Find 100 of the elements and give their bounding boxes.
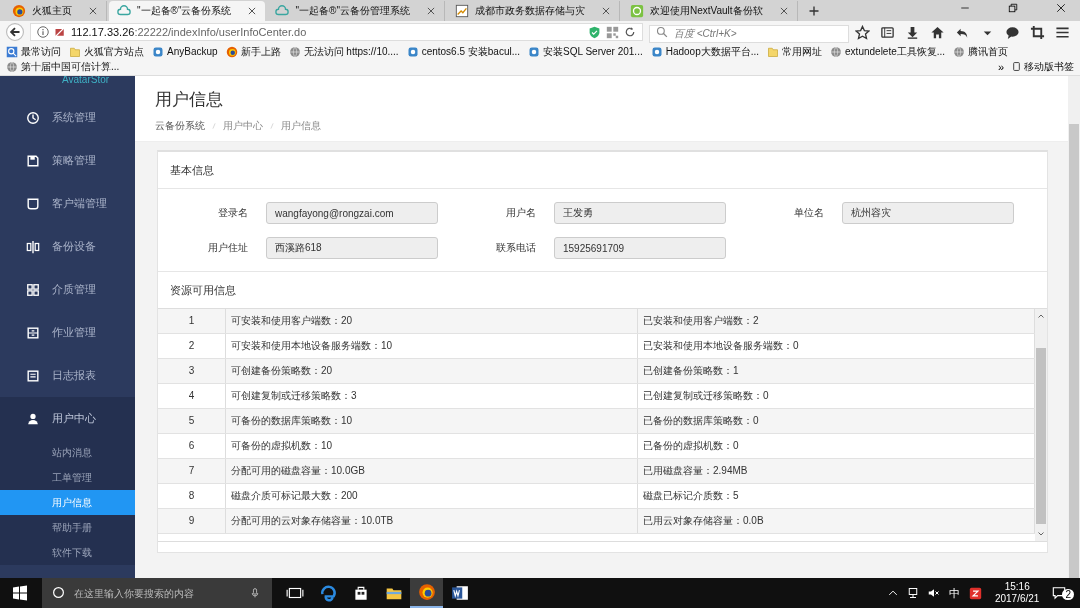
scrollbar[interactable] bbox=[1068, 76, 1080, 578]
volume-muted-icon[interactable] bbox=[927, 587, 940, 599]
close-icon[interactable] bbox=[88, 6, 98, 16]
bookmark-item[interactable]: 无法访问 https://10.... bbox=[288, 44, 399, 59]
sidebar-item[interactable]: 用户中心 bbox=[0, 397, 135, 440]
device-icon bbox=[26, 239, 40, 254]
microphone-icon[interactable] bbox=[250, 586, 260, 600]
url-text: 112.17.33.26:22222/indexInfo/userInfoCenter.do bbox=[71, 26, 307, 38]
crop-icon[interactable] bbox=[1030, 24, 1045, 40]
clock-date[interactable]: 2017/6/21 bbox=[994, 593, 1040, 605]
chevron-up-icon[interactable] bbox=[887, 588, 898, 598]
bookmark-item[interactable]: AnyBackup bbox=[152, 44, 218, 59]
shield-icon bbox=[588, 25, 601, 39]
section-title: 基本信息 bbox=[158, 152, 1047, 189]
bookmark-item[interactable]: extundelete工具恢复... bbox=[830, 44, 946, 59]
bookmark-item[interactable]: 常用网址 bbox=[767, 44, 823, 59]
address-bar[interactable]: 112.17.33.26:22222/indexInfo/userInfoCenter.do bbox=[30, 23, 643, 41]
input-field[interactable]: 杭州容灾 bbox=[842, 202, 1014, 224]
table-cell: 磁盘介质可标记最大数：200 bbox=[226, 484, 638, 508]
monitor-icon bbox=[26, 196, 40, 211]
app-tray-icon[interactable] bbox=[968, 586, 982, 600]
sidebar-item[interactable]: 备份设备 bbox=[0, 225, 135, 268]
restore-icon[interactable] bbox=[1008, 3, 1018, 13]
menu-icon[interactable] bbox=[1055, 24, 1070, 40]
home-icon[interactable] bbox=[930, 24, 945, 40]
info-icon bbox=[37, 26, 49, 38]
cloud-icon bbox=[117, 4, 131, 18]
user-icon bbox=[26, 411, 40, 426]
table-cell: 可备份的虚拟机数：10 bbox=[226, 434, 638, 458]
table-cell: 6 bbox=[158, 434, 226, 458]
bookmark-star-icon[interactable] bbox=[855, 24, 870, 40]
input-field[interactable]: 15925691709 bbox=[554, 237, 726, 259]
windows-start-icon[interactable] bbox=[12, 585, 28, 601]
notification-count: 2 bbox=[1062, 589, 1074, 600]
section-title: 资源可用信息 bbox=[169, 283, 237, 298]
input-field[interactable]: 王发勇 bbox=[554, 202, 726, 224]
chat-bubble-icon[interactable] bbox=[1005, 24, 1020, 40]
breadcrumb-item[interactable]: 云备份系统 bbox=[155, 119, 205, 133]
input-field[interactable]: 西溪路618 bbox=[266, 237, 438, 259]
close-icon[interactable] bbox=[778, 6, 789, 16]
sidebar-item[interactable]: 客户端管理 bbox=[0, 182, 135, 225]
folder-icon bbox=[767, 45, 780, 58]
bookmark-item[interactable]: 火狐官方站点 bbox=[69, 44, 144, 59]
clock-time[interactable]: 15:16 bbox=[1004, 581, 1030, 593]
field-label: 用户住址 bbox=[207, 241, 248, 255]
close-icon[interactable] bbox=[247, 6, 258, 16]
sidebar-subitem[interactable]: 站内消息 bbox=[0, 440, 135, 465]
bookmark-item[interactable]: 腾讯首页 bbox=[953, 44, 1009, 59]
bookmark-item[interactable]: 最常访问 bbox=[6, 44, 61, 59]
sidebar-item[interactable]: 策略管理 bbox=[0, 139, 135, 182]
bookmark-item[interactable]: centos6.5 安装bacul... bbox=[406, 44, 520, 59]
reload-icon[interactable] bbox=[624, 26, 636, 38]
scroll-down-icon[interactable] bbox=[1037, 530, 1045, 538]
scroll-up-icon[interactable] bbox=[1037, 312, 1045, 320]
close-icon[interactable] bbox=[1056, 3, 1066, 13]
sidebar-item[interactable]: 介质管理 bbox=[0, 268, 135, 311]
sidebar-subitem[interactable]: 软件下载 bbox=[0, 540, 135, 565]
close-icon[interactable] bbox=[425, 6, 436, 16]
more-bookmarks-button[interactable]: » bbox=[997, 60, 1004, 73]
close-icon[interactable] bbox=[600, 6, 611, 16]
bookmark-item[interactable]: 移动版书签 bbox=[1012, 59, 1074, 74]
back-icon[interactable] bbox=[6, 23, 24, 41]
table-cell: 5 bbox=[158, 409, 226, 433]
chart-icon bbox=[454, 4, 469, 18]
search-field[interactable]: 百度 <Ctrl+K> bbox=[649, 24, 849, 43]
scrollbar[interactable] bbox=[1035, 309, 1047, 541]
field-label: 单位名 bbox=[793, 206, 824, 220]
table-cell: 9 bbox=[158, 509, 226, 533]
table-cell: 7 bbox=[158, 459, 226, 483]
qr-code-icon[interactable] bbox=[606, 25, 619, 39]
reading-list-icon[interactable] bbox=[880, 24, 895, 40]
bookmark-item[interactable]: 新手上路 bbox=[225, 44, 281, 59]
sidebar-subitem[interactable]: 帮助手册 bbox=[0, 515, 135, 540]
phone-icon bbox=[1012, 60, 1021, 73]
sidebar-item[interactable]: 系统管理 bbox=[0, 96, 135, 139]
breadcrumb-item[interactable]: 用户中心 bbox=[223, 119, 263, 133]
browser-tab[interactable]: "一起备®"云备份系统 bbox=[109, 1, 266, 21]
input-field[interactable]: wangfayong@rongzai.com bbox=[266, 202, 438, 224]
search-field[interactable]: 在这里输入你要搜索的内容 bbox=[42, 578, 272, 608]
sidebar-subitem[interactable]: 工单管理 bbox=[0, 465, 135, 490]
table-cell: 可创建备份策略数：20 bbox=[226, 359, 638, 383]
table-cell: 4 bbox=[158, 384, 226, 408]
bookmark-item[interactable]: 安装SQL Server 201... bbox=[528, 44, 643, 59]
table-cell: 可安装和使用本地设备服务端数：10 bbox=[226, 334, 638, 358]
input-method-indicator[interactable]: 中 bbox=[948, 585, 960, 601]
taskbar-app[interactable] bbox=[410, 578, 443, 608]
download-icon[interactable] bbox=[905, 24, 920, 40]
table-cell: 3 bbox=[158, 359, 226, 383]
network-icon[interactable] bbox=[906, 587, 919, 599]
bookmark-item[interactable]: Hadoop大数据平台... bbox=[650, 44, 760, 59]
notification-button[interactable]: 2 bbox=[1052, 586, 1074, 600]
new-tab-icon[interactable] bbox=[807, 5, 820, 17]
sidebar-item[interactable]: 日志报表 bbox=[0, 354, 135, 397]
folder-icon bbox=[69, 45, 81, 58]
globe-icon bbox=[6, 60, 18, 73]
sidebar-item[interactable]: 作业管理 bbox=[0, 311, 135, 354]
breadcrumb-item: 用户信息 bbox=[281, 119, 321, 133]
blocked-plugin-icon bbox=[54, 26, 66, 38]
table-cell: 1 bbox=[158, 309, 226, 333]
bookmark-item[interactable]: 第十届中国可信计算... bbox=[6, 59, 120, 74]
